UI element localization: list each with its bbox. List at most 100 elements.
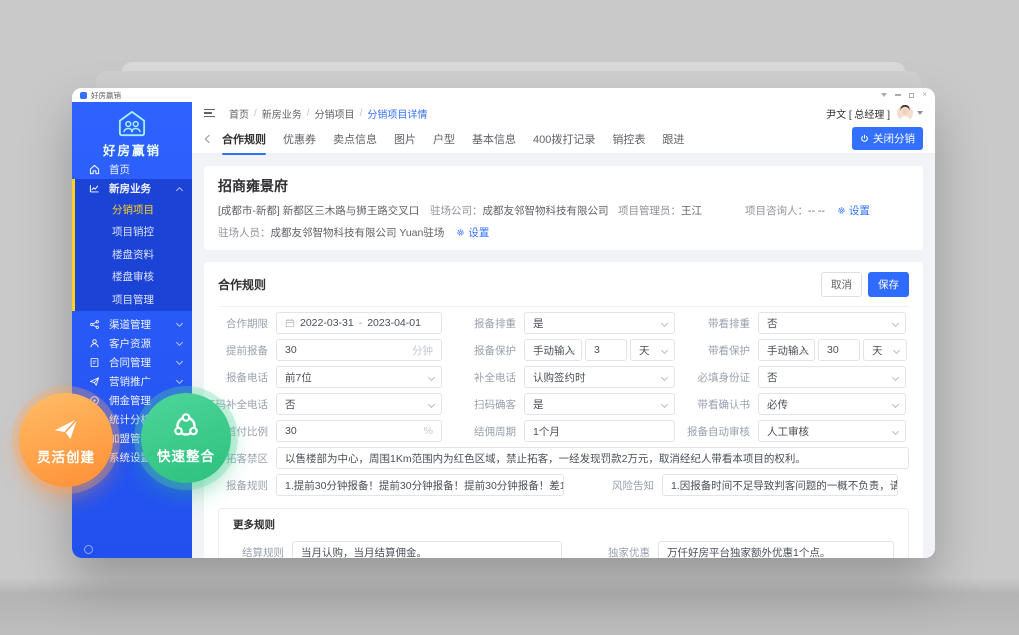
- scan-confirm-select[interactable]: 是: [524, 393, 675, 415]
- complete-phone-select[interactable]: 认购签约时: [524, 366, 675, 388]
- cancel-button[interactable]: 取消: [821, 272, 862, 297]
- visit-protect-unit-select[interactable]: 天: [863, 339, 907, 361]
- breadcrumb-current: 分销项目详情: [367, 106, 427, 121]
- tab-400-call-log[interactable]: 400拨打记录: [533, 131, 595, 147]
- breadcrumb-distribution[interactable]: 分销项目: [315, 106, 355, 121]
- sidebar-item-project-salescontrol[interactable]: 项目销控: [75, 221, 192, 244]
- sidebar-item-building-info[interactable]: 楼盘资料: [75, 243, 192, 266]
- restore-icon[interactable]: [909, 93, 914, 98]
- cooperation-rules-card: 合作规则 取消 保存 合作期限 2022-03-31 -: [204, 262, 923, 558]
- divider: [218, 306, 909, 307]
- back-chevron-icon[interactable]: [205, 134, 213, 142]
- home-icon: [88, 164, 100, 176]
- company-label: 驻场公司：: [430, 205, 483, 217]
- close-icon[interactable]: ×: [922, 91, 927, 99]
- tab-coupons[interactable]: 优惠券: [283, 131, 316, 147]
- sidebar-item-home[interactable]: 首页: [72, 160, 192, 179]
- sidebar-item-channel[interactable]: 渠道管理: [72, 315, 192, 334]
- commission-cycle-input[interactable]: 1个月: [524, 420, 675, 442]
- visit-dedupe-select[interactable]: 否: [758, 312, 906, 334]
- visit-protect-mode-select[interactable]: 手动输入: [758, 339, 815, 361]
- power-icon: [860, 134, 869, 143]
- project-address: [成都市-新都] 新都区三木路与狮王路交叉口: [218, 203, 430, 218]
- field-label: 报备规则: [218, 478, 268, 493]
- sidebar-item-distribution-projects[interactable]: 分销项目: [75, 198, 192, 221]
- tab-bar: 合作规则 优惠券 卖点信息 图片 户型 基本信息 400拨打记录 销控表 跟进 …: [192, 124, 935, 154]
- sidebar-item-building-review[interactable]: 楼盘审核: [75, 266, 192, 289]
- tab-salescontrol-table[interactable]: 销控表: [612, 131, 645, 147]
- close-distribution-button[interactable]: 关闭分销: [852, 127, 923, 150]
- consultant-label: 项目咨询人：: [745, 205, 808, 217]
- visit-confirm-doc-select[interactable]: 必传: [758, 393, 906, 415]
- quick-integrate-fab[interactable]: 快速整合: [141, 393, 231, 483]
- staff-value: 成都友邻智物科技有限公司 Yuan驻场: [271, 227, 445, 239]
- tab-followup[interactable]: 跟进: [662, 131, 684, 147]
- sidebar-item-marketing[interactable]: 营销推广: [72, 372, 192, 391]
- tab-cooperation-rules[interactable]: 合作规则: [222, 131, 266, 147]
- sidebar-group-newhouse: 新房业务 分销项目 项目销控 楼盘资料 楼盘审核 项目管理: [72, 179, 192, 311]
- sidebar-item-project-management[interactable]: 项目管理: [75, 288, 192, 311]
- field-label: 补全电话: [442, 370, 516, 385]
- manager-value: 王江: [681, 205, 702, 217]
- report-protect-unit-select[interactable]: 天: [630, 339, 675, 361]
- captcha-phone-select[interactable]: 否: [276, 393, 442, 415]
- sidebar: 好房赢销 首页 新房业务 分销项目: [72, 102, 192, 558]
- save-button[interactable]: 保存: [868, 272, 909, 297]
- sidebar-item-contracts[interactable]: 合同管理: [72, 353, 192, 372]
- exclusive-offer-input[interactable]: 万仟好房平台独家额外优惠1个点。: [658, 541, 894, 558]
- field-label: 合作期限: [218, 316, 268, 331]
- paper-plane-icon: [51, 414, 81, 444]
- staff-settings-link[interactable]: 设置: [456, 225, 489, 240]
- consultant-settings-link[interactable]: 设置: [837, 203, 870, 218]
- app-logo-icon: [80, 92, 87, 99]
- visit-protect-value-input[interactable]: 30: [818, 339, 860, 361]
- chevron-down-icon: [176, 338, 183, 345]
- report-protect-value-input[interactable]: 3: [585, 339, 627, 361]
- share-network-icon: [88, 318, 100, 330]
- gear-icon: [456, 228, 465, 237]
- chevron-up-icon: [176, 186, 183, 193]
- company-value: 成都友邻智物科技有限公司: [483, 205, 609, 217]
- no-client-zone-input[interactable]: 以售楼部为中心，周围1Km范围内为红色区域，禁止拓客，一经发现罚款2万元，取消经…: [276, 447, 909, 469]
- tab-selling-points[interactable]: 卖点信息: [333, 131, 377, 147]
- auto-review-select[interactable]: 人工审核: [758, 420, 906, 442]
- report-rule-input[interactable]: 1.提前30分钟报备！提前30分钟报备！提前30分钟报备！差1分钟都视为售楼部自…: [276, 474, 564, 496]
- report-phone-select[interactable]: 前7位: [276, 366, 442, 388]
- field-label: 报备自动审核: [675, 424, 750, 439]
- brand-logo: 好房赢销: [72, 102, 192, 160]
- more-rules-title: 更多规则: [233, 517, 894, 532]
- report-dedupe-select[interactable]: 是: [524, 312, 675, 334]
- field-label: 带看确认书: [675, 397, 750, 412]
- risk-notice-input[interactable]: 1.因报备时间不足导致判客问题的一概不负责，请各位经纪人一定要把控好报备时间。: [662, 474, 898, 496]
- sidebar-item-customers[interactable]: 客户资源: [72, 334, 192, 353]
- window-menu-caret-icon[interactable]: [881, 93, 887, 97]
- menu-collapse-icon[interactable]: [204, 109, 215, 118]
- id-required-select[interactable]: 否: [758, 366, 906, 388]
- main-area: 首页 / 新房业务 / 分销项目 / 分销项目详情 尹文 [ 总经理 ]: [192, 102, 935, 558]
- fab-label: 灵活创建: [37, 446, 95, 466]
- tab-basic-info[interactable]: 基本信息: [472, 131, 516, 147]
- down-payment-input[interactable]: 30 %: [276, 420, 442, 442]
- report-protect-mode-select[interactable]: 手动输入: [524, 339, 582, 361]
- sidebar-collapse-icon[interactable]: [84, 545, 93, 554]
- flexible-create-fab[interactable]: 灵活创建: [19, 393, 113, 487]
- section-title: 合作规则: [218, 276, 266, 293]
- tab-floorplans[interactable]: 户型: [433, 131, 455, 147]
- settle-rule-input[interactable]: 当月认购，当月结算佣金。: [292, 541, 562, 558]
- date-range-input[interactable]: 2022-03-31 - 2023-04-01: [276, 312, 442, 334]
- brand-house-users-icon: [117, 110, 147, 138]
- paper-plane-icon: [88, 375, 100, 387]
- brand-name: 好房赢销: [72, 140, 192, 159]
- advance-report-input[interactable]: 30 分钟: [276, 339, 442, 361]
- user-menu[interactable]: 尹文 [ 总经理 ]: [826, 105, 923, 121]
- field-label: 报备电话: [218, 370, 268, 385]
- field-label: 必填身份证: [675, 370, 750, 385]
- field-label: 结算规则: [233, 545, 284, 559]
- breadcrumb-newhouse[interactable]: 新房业务: [262, 106, 302, 121]
- minimize-icon[interactable]: [895, 94, 901, 96]
- trend-chart-icon: [88, 183, 100, 195]
- breadcrumb-home[interactable]: 首页: [229, 106, 249, 121]
- sidebar-item-newhouse[interactable]: 新房业务: [75, 179, 192, 198]
- tab-images[interactable]: 图片: [394, 131, 416, 147]
- field-label: 扫码确客: [442, 397, 516, 412]
